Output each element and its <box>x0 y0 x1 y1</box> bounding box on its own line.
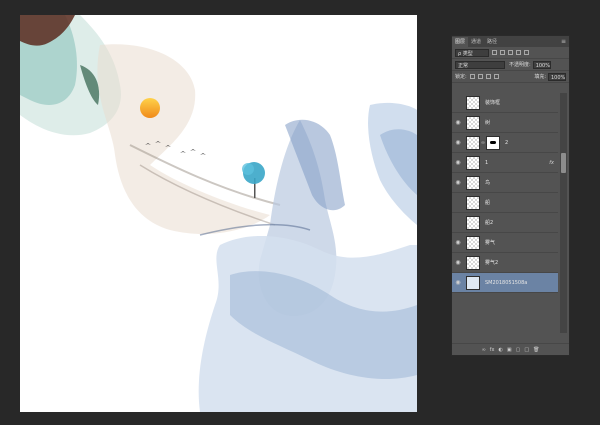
layer-name: 雾气2 <box>485 260 499 266</box>
layer-name: 2 <box>505 139 509 146</box>
layer-name: SM2018051508a <box>485 279 528 286</box>
layer-row[interactable]: ◉ 1 fx <box>452 153 558 173</box>
layer-name: 装饰框 <box>485 100 501 106</box>
lock-row: 锁定: 填充: 100% <box>452 71 569 83</box>
filter-shape-icon[interactable] <box>516 50 521 55</box>
eye-icon[interactable]: ◉ <box>452 159 464 166</box>
eye-icon[interactable]: ◉ <box>452 279 464 286</box>
layer-mask-thumbnail[interactable] <box>486 135 500 150</box>
layers-panel: 图层 通道 路径 ≡ ρ 类型 正常 不透明度: 100% 锁定: 填充: 10… <box>451 35 570 356</box>
new-group-icon[interactable]: ▢ <box>516 347 521 353</box>
add-layer-style-icon[interactable]: fx <box>490 347 495 353</box>
add-mask-icon[interactable]: ◐ <box>498 347 502 353</box>
layer-name: 鸟 <box>485 180 491 186</box>
ink-landscape-artwork <box>20 15 417 412</box>
delete-layer-icon[interactable]: 🗑 <box>533 347 539 353</box>
layer-thumbnail <box>466 135 480 150</box>
layer-filter-select[interactable]: ρ 类型 <box>455 48 489 57</box>
layer-row[interactable]: ◉ 树 <box>452 113 558 133</box>
layer-thumbnail <box>466 95 480 110</box>
eye-icon[interactable]: ◉ <box>452 139 464 146</box>
layer-name: 雾气 <box>485 240 496 246</box>
layer-row-selected[interactable]: ◉ SM2018051508a <box>452 273 558 293</box>
layer-row[interactable]: ◉ 鸟 <box>452 173 558 193</box>
tab-paths[interactable]: 路径 <box>484 37 500 47</box>
eye-icon[interactable]: ◉ <box>452 259 464 266</box>
document-canvas[interactable] <box>20 15 417 412</box>
lock-label: 锁定: <box>455 74 467 80</box>
layer-row[interactable]: ◉ 雾气2 <box>452 253 558 273</box>
opacity-label: 不透明度: <box>509 62 531 68</box>
blend-mode-select[interactable]: 正常 <box>455 60 505 69</box>
layer-thumbnail <box>466 195 480 210</box>
eye-icon[interactable]: ◉ <box>452 239 464 246</box>
layer-row[interactable]: 装饰框 <box>452 93 558 113</box>
layer-thumbnail <box>466 275 480 290</box>
layer-row[interactable]: 船 <box>452 193 558 213</box>
layer-thumbnail <box>466 175 480 190</box>
layer-row[interactable]: ◉ ∞ 2 <box>452 133 558 153</box>
lock-transparent-icon[interactable] <box>469 74 475 79</box>
layer-name: 1 <box>485 159 489 166</box>
filter-type-icon[interactable] <box>508 50 513 55</box>
new-layer-icon[interactable]: □ <box>524 347 529 353</box>
eye-icon[interactable]: ◉ <box>452 179 464 186</box>
panel-tabs: 图层 通道 路径 ≡ <box>452 36 569 47</box>
layer-row[interactable]: 船2 <box>452 213 558 233</box>
layer-thumbnail <box>466 215 480 230</box>
panel-menu-icon[interactable]: ≡ <box>561 37 569 47</box>
layer-name: 船2 <box>485 220 494 226</box>
layer-thumbnail <box>466 155 480 170</box>
blend-row: 正常 不透明度: 100% <box>452 59 569 71</box>
tab-channels[interactable]: 通道 <box>468 37 484 47</box>
lock-position-icon[interactable] <box>485 74 491 79</box>
layer-name: 树 <box>485 120 491 126</box>
layer-name: 船 <box>485 200 491 206</box>
filter-smart-object-icon[interactable] <box>524 50 529 55</box>
scrollbar-thumb[interactable] <box>561 153 566 173</box>
fill-input[interactable]: 100% <box>548 72 566 81</box>
layers-list: 装饰框 ◉ 树 ◉ ∞ 2 ◉ 1 fx ◉ 鸟 船 船2 ◉ 雾气 ◉ 雾气2… <box>452 93 558 293</box>
tab-layers[interactable]: 图层 <box>452 37 469 47</box>
lock-image-icon[interactable] <box>477 74 483 79</box>
layer-thumbnail <box>466 235 480 250</box>
eye-icon[interactable]: ◉ <box>452 119 464 126</box>
layers-footer-toolbar: ∞ fx ◐ ▣ ▢ □ 🗑 <box>452 343 569 355</box>
lock-all-icon[interactable] <box>493 74 499 79</box>
filter-row: ρ 类型 <box>452 47 569 59</box>
link-layers-icon[interactable]: ∞ <box>482 347 486 353</box>
filter-pixel-icon[interactable] <box>492 50 497 55</box>
layer-row[interactable]: ◉ 雾气 <box>452 233 558 253</box>
opacity-input[interactable]: 100% <box>532 60 551 69</box>
layer-effects-icon[interactable]: fx <box>549 160 554 166</box>
filter-adjustment-icon[interactable] <box>500 50 505 55</box>
layer-thumbnail <box>466 255 480 270</box>
new-adjustment-layer-icon[interactable]: ▣ <box>507 347 512 353</box>
layer-thumbnail <box>466 115 480 130</box>
fill-label: 填充: <box>534 74 546 80</box>
layers-scrollbar[interactable] <box>560 93 567 333</box>
